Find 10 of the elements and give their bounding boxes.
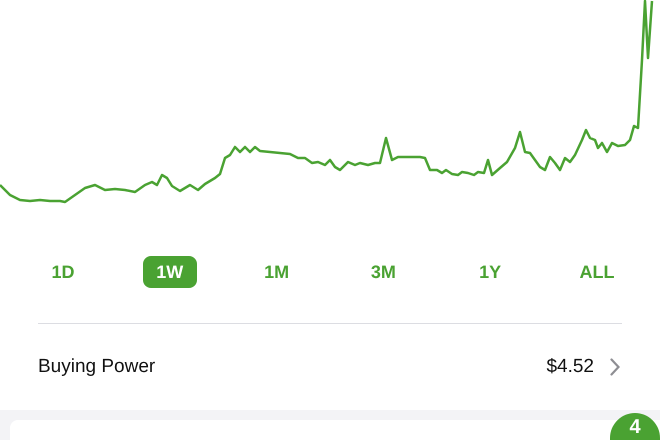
buying-power-label: Buying Power	[38, 354, 156, 379]
range-tab[interactable]: 1W	[142, 256, 197, 288]
notification-badge[interactable]: 4	[610, 413, 660, 440]
chevron-right-icon[interactable]	[610, 358, 620, 376]
range-tab[interactable]: 3M	[356, 256, 410, 288]
range-tab[interactable]: 1D	[36, 256, 90, 288]
range-tab[interactable]: 1M	[250, 256, 304, 288]
buying-power-value: $4.52	[546, 354, 594, 379]
range-tab[interactable]: ALL	[570, 256, 624, 288]
range-tab[interactable]: 1Y	[463, 256, 518, 288]
